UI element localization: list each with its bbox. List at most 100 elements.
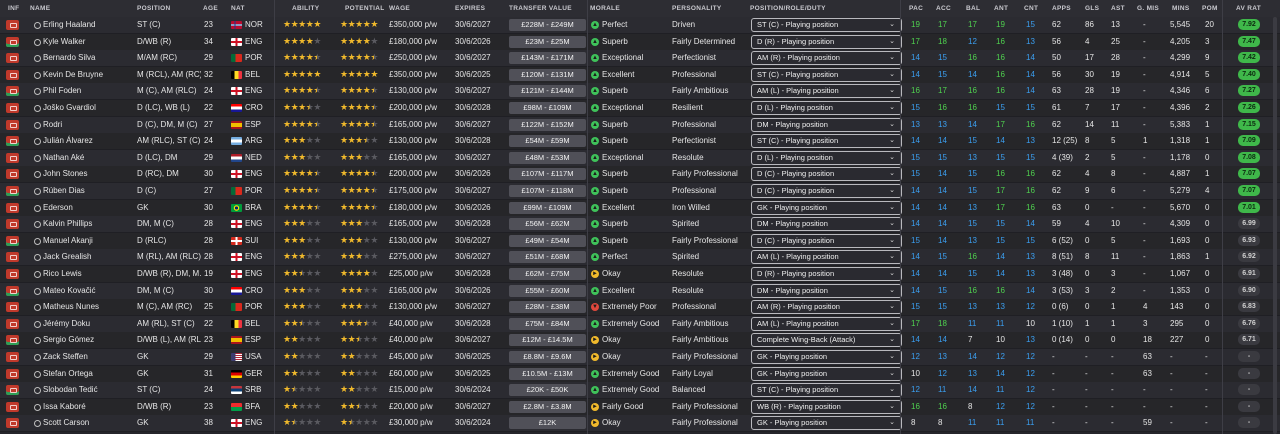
player-name[interactable]: Jack Grealish [43,249,135,265]
info-icon[interactable] [6,136,19,147]
table-row[interactable]: Matheus Nunes M (C), AM (RC) 25 POR ★★★★★ ★★★… [0,299,1280,317]
col-cnt[interactable]: CNT [1024,5,1038,12]
player-name[interactable]: Joško Gvardiol [43,100,135,116]
player-name[interactable]: Mateo Kovačić [43,283,135,299]
role-dropdown[interactable]: ST (C) - Playing position ⌄ [751,383,902,398]
table-row[interactable]: Mateo Kovačić DM, M (C) 30 CRO ★★★★★ ★★★★★ £16… [0,282,1280,300]
table-row[interactable]: Rodri D (C), DM, M (C) 27 ESP ★★★★★ ★★★★★ £165… [0,116,1280,134]
col-name[interactable]: NAME [30,5,50,12]
col-apps[interactable]: APPS [1052,5,1071,12]
table-row[interactable]: Ederson GK 30 BRA ★★★★★ ★★★★★ £180,000 p/w 30/6… [0,199,1280,217]
role-dropdown[interactable]: AM (L) - Playing position ⌄ [751,84,902,99]
info-icon[interactable] [6,103,19,113]
player-name[interactable]: Ederson [43,200,135,216]
info-icon[interactable] [6,219,19,230]
role-dropdown[interactable]: AM (L) - Playing position ⌄ [751,250,902,265]
table-row[interactable]: Jérémy Doku AM (RL), ST (C) 22 BEL ★★★★★ ★★★★… [0,315,1280,333]
col-morale[interactable]: MORALE [590,5,620,12]
col-ability[interactable]: ABILITY [292,5,319,12]
player-name[interactable]: Jérémy Doku [43,316,135,332]
role-dropdown[interactable]: AM (R) - Playing position ⌄ [751,300,902,315]
col-transfer-value[interactable]: TRANSFER VALUE [509,5,572,12]
role-dropdown[interactable]: ST (C) - Playing position ⌄ [751,67,902,82]
role-dropdown[interactable]: GK - Playing position ⌄ [751,416,902,431]
col-mins[interactable]: MINS [1172,5,1189,12]
col-wage[interactable]: WAGE [389,5,410,12]
player-name[interactable]: Scott Carson [43,415,135,431]
col-personality[interactable]: PERSONALITY [672,5,722,12]
col-ant[interactable]: ANT [994,5,1008,12]
table-row[interactable]: Zack Steffen GK 29 USA ★★★★★ ★★★★★ £45,000 p/w… [0,349,1280,366]
role-dropdown[interactable]: DM - Playing position ⌄ [751,117,902,132]
col-nat[interactable]: NAT [231,5,245,12]
table-row[interactable]: Issa Kaboré D/WB (R) 23 BFA ★★★★★ ★★★★★ £20,00… [0,398,1280,416]
table-row[interactable]: Julián Álvarez AM (RLC), ST (C) 24 ARG ★★★★★… [0,133,1280,151]
role-dropdown[interactable]: D (L) - Playing position ⌄ [751,150,902,165]
player-name[interactable]: Kyle Walker [43,34,135,50]
role-dropdown[interactable]: GK - Playing position ⌄ [751,366,902,381]
table-row[interactable]: Rico Lewis D/WB (R), DM, M... 19 ENG ★★★★★ ★★… [0,266,1280,283]
info-icon[interactable] [6,368,19,379]
info-icon[interactable] [6,335,19,346]
col-pom[interactable]: POM [1202,5,1218,12]
col-age[interactable]: AGE [203,5,218,12]
player-name[interactable]: Manuel Akanji [43,233,135,249]
info-icon[interactable] [6,69,19,80]
role-dropdown[interactable]: ST (C) - Playing position ⌄ [751,134,902,149]
role-dropdown[interactable]: GK - Playing position ⌄ [751,350,902,364]
player-name[interactable]: Rico Lewis [43,266,135,282]
role-dropdown[interactable]: DM - Playing position ⌄ [751,283,902,298]
info-icon[interactable] [6,20,19,30]
table-row[interactable]: Kevin De BruyneM (RCL), AM (RC),...32 BEL… [0,66,1280,84]
role-dropdown[interactable]: D (L) - Playing position ⌄ [751,101,902,115]
player-name[interactable]: Rodri [43,117,135,133]
role-dropdown[interactable]: AM (R) - Playing position ⌄ [751,51,902,66]
table-row[interactable]: Erling Haaland ST (C) 23 NOR ★★★★★ ★★★★★ £350,… [0,17,1280,34]
player-name[interactable]: Bernardo Silva [43,50,135,66]
player-name[interactable]: Slobodan Tedić [43,382,135,398]
role-dropdown[interactable]: DM - Playing position ⌄ [751,217,902,232]
table-row[interactable]: Kalvin Phillips DM, M (C) 28 ENG ★★★★★ ★★★★★ £… [0,216,1280,234]
table-row[interactable]: Phil Foden M (C), AM (RLC) 24 ENG ★★★★★ ★★★★★… [0,83,1280,101]
player-name[interactable]: Erling Haaland [43,17,135,33]
table-row[interactable]: Jack Grealish M (RL), AM (RLC) 28 ENG ★★★★★ ★… [0,249,1280,267]
table-row[interactable]: Slobodan Tedić ST (C) 24 SRB ★★★★★ ★★★★★ £15,0… [0,382,1280,400]
player-name[interactable]: Rúben Dias [43,183,135,199]
info-icon[interactable] [6,401,19,412]
col-position[interactable]: POSITION [137,5,170,12]
info-icon[interactable] [6,53,19,64]
col-potential[interactable]: POTENTIAL [345,5,385,12]
info-icon[interactable] [6,235,19,246]
col-pac[interactable]: PAC [909,5,923,12]
role-dropdown[interactable]: Complete Wing-Back (Attack) ⌄ [751,333,902,348]
player-name[interactable]: Matheus Nunes [43,299,135,315]
info-icon[interactable] [6,186,19,196]
table-row[interactable]: Joško Gvardiol D (LC), WB (L) 22 CRO ★★★★★ ★★… [0,100,1280,117]
info-icon[interactable] [6,302,19,313]
role-dropdown[interactable]: D (C) - Playing position ⌄ [751,184,902,198]
col-acc[interactable]: ACC [936,5,951,12]
player-name[interactable]: John Stones [43,166,135,182]
info-icon[interactable] [6,418,19,429]
player-name[interactable]: Kevin De Bruyne [43,67,135,83]
role-dropdown[interactable]: ST (C) - Playing position ⌄ [751,18,902,32]
table-row[interactable]: Stefan Ortega GK 31 GER ★★★★★ ★★★★★ £60,000 p/… [0,365,1280,383]
info-icon[interactable] [6,36,19,47]
table-row[interactable]: Nathan Aké D (LC), DM 29 NED ★★★★★ ★★★★★ £165,… [0,149,1280,167]
player-name[interactable]: Julián Álvarez [43,133,135,149]
table-row[interactable]: Scott Carson GK 38 ENG ★★★★★ ★★★★★ £30,000 p/w… [0,415,1280,433]
col-gmis[interactable]: G. MIS [1137,5,1159,12]
role-dropdown[interactable]: AM (L) - Playing position ⌄ [751,316,902,331]
info-icon[interactable] [6,252,19,263]
role-dropdown[interactable]: WB (R) - Playing position ⌄ [751,399,902,414]
col-expires[interactable]: EXPIRES [455,5,485,12]
col-role[interactable]: POSITION/ROLE/DUTY [750,5,826,12]
player-name[interactable]: Sergio Gómez [43,332,135,348]
col-ast[interactable]: AST [1111,5,1125,12]
role-dropdown[interactable]: D (C) - Playing position ⌄ [751,167,902,182]
table-row[interactable]: Sergio Gómez D/WB (L), AM (RL) 23 ESP ★★★★★ ★… [0,332,1280,350]
player-name[interactable]: Kalvin Phillips [43,216,135,232]
col-gls[interactable]: GLS [1085,5,1099,12]
player-name[interactable]: Nathan Aké [43,150,135,166]
role-dropdown[interactable]: D (R) - Playing position ⌄ [751,34,902,49]
